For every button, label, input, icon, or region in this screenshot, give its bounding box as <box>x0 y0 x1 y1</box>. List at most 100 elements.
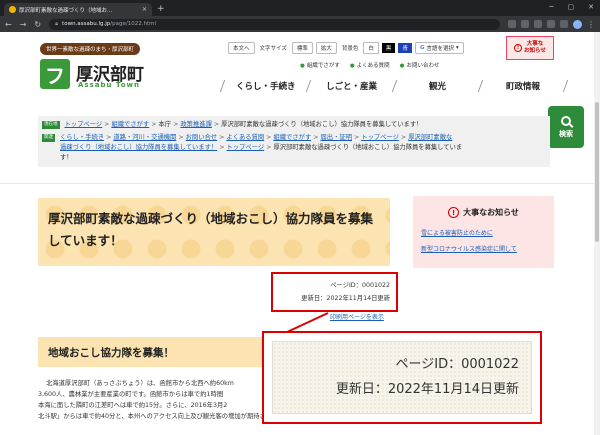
breadcrumb-link[interactable]: 過疎づくり（地域おこし）協力隊員を募集しています！ <box>60 144 217 151</box>
main-navigation: くらし・手続き しごと・産業 観光 町政情報 <box>219 80 569 92</box>
share-icon[interactable] <box>508 20 516 28</box>
translate-button[interactable]: G 言語を選択 ▾ <box>414 42 464 54</box>
breadcrumb-link[interactable]: トップページ <box>227 144 265 151</box>
site-header: 世界一素敵な過疎のまち・厚沢部町 フ 厚沢部町 Assabu Town 本文へ … <box>0 32 600 105</box>
breadcrumb-link[interactable]: 組織でさがす <box>111 121 149 128</box>
breadcrumb-related: 関連 くらし・手続き > 道路・河川・交通機関 > お問い合せ > よくある質問 > 組織でさが… <box>42 134 463 161</box>
back-icon[interactable]: ← <box>5 20 12 29</box>
minimize-icon[interactable]: ─ <box>549 3 553 11</box>
chevron-down-icon: ▾ <box>455 45 459 51</box>
page-title: 厚沢部町素敵な過疎づくり（地域おこし）協力隊員を募集しています！ <box>48 211 374 248</box>
nav-work[interactable]: しごと・産業 <box>305 80 397 92</box>
puzzle-icon[interactable] <box>547 20 555 28</box>
address-bar: ← → ↻ 🔒︎ town.assabu.lg.jp /page/1022.ht… <box>0 16 600 32</box>
breadcrumb-link[interactable]: 厚沢部町素敵な <box>408 134 452 141</box>
important-notices-heading: ! 大事なお知らせ <box>413 207 554 218</box>
breadcrumb-link[interactable]: よくある質問 <box>226 134 264 141</box>
close-tab-icon[interactable]: ✕ <box>142 6 147 13</box>
favicon-icon <box>9 6 16 13</box>
bg-color-label: 背景色 <box>341 46 359 52</box>
sidepanel-icon[interactable] <box>560 20 568 28</box>
sublink-organization[interactable]: ● 組織でさがす <box>300 61 340 69</box>
breadcrumb-text: す！ <box>60 154 73 161</box>
important-notices-list: 雪による被害防止のために 新型コロナウイルス感染症に関して <box>421 226 546 258</box>
sublink-contact[interactable]: ● お問い合わせ <box>400 61 440 69</box>
url-host: town.assabu.lg.jp <box>62 21 111 27</box>
bg-white-button[interactable]: 白 <box>363 42 379 54</box>
header-sublinks: ● 組織でさがす ● よくある質問 ● お問い合わせ <box>300 61 439 69</box>
alert-icon: ! <box>514 44 523 52</box>
forward-icon[interactable]: → <box>20 20 27 29</box>
lock-icon: 🔒︎ <box>55 20 59 27</box>
emergency-label: 大事な お知らせ <box>524 41 546 54</box>
site-tagline: 世界一素敵な過疎のまち・厚沢部町 <box>40 43 141 55</box>
search-label: 検索 <box>559 129 573 138</box>
tab-title: 厚沢部町素敵な過疎づくり（地域お... <box>19 7 113 14</box>
page-scrollbar[interactable] <box>594 32 600 435</box>
search-icon <box>561 115 571 126</box>
town-logo-icon[interactable]: フ <box>40 59 70 89</box>
emergency-notice-button[interactable]: ! 大事な お知らせ <box>506 36 554 60</box>
circle-arrow-icon: ● <box>300 63 305 69</box>
zoom-callout-content: ページID：0001022 更新日：2022年11月14日更新 <box>272 341 532 414</box>
important-notices-panel: ! 大事なお知らせ 雪による被害防止のために 新型コロナウイルス感染症に関して <box>413 196 554 268</box>
section-heading: 地域おこし協力隊を募集！ <box>38 337 268 367</box>
new-tab-icon[interactable]: + <box>157 4 165 14</box>
divider <box>0 183 600 184</box>
page-id: ページID：0001022 <box>330 282 390 289</box>
close-window-icon[interactable]: ✕ <box>588 3 594 11</box>
reload-icon[interactable]: ↻ <box>34 20 41 29</box>
extensions: ⋮ <box>508 19 595 29</box>
font-size-label: 文字サイズ <box>259 46 287 52</box>
sublink-faq[interactable]: ● よくある質問 <box>350 61 390 69</box>
zoom-callout: ページID：0001022 更新日：2022年11月14日更新 <box>262 331 542 424</box>
translate-label: 言語を選択 <box>426 46 454 52</box>
menu-icon[interactable]: ⋮ <box>587 20 595 29</box>
zoom-page-id: ページID：0001022 <box>395 357 519 372</box>
breadcrumb-link[interactable]: 届出・証明 <box>321 134 352 141</box>
breadcrumb-link[interactable]: 道路・河川・交通機関 <box>113 134 176 141</box>
maximize-icon[interactable]: ▢ <box>568 3 575 11</box>
notice-link[interactable]: 雪による被害防止のために <box>421 226 546 242</box>
profile-avatar[interactable] <box>573 19 582 29</box>
font-enlarge-button[interactable]: 拡大 <box>315 42 337 54</box>
breadcrumb-link[interactable]: トップページ <box>65 121 103 128</box>
circle-arrow-icon: ● <box>349 63 355 69</box>
font-standard-button[interactable]: 標準 <box>291 42 313 54</box>
browser-tabbar: 厚沢部町素敵な過疎づくり（地域お... ✕ + ─ ▢ ✕ <box>0 0 600 16</box>
circle-arrow-icon: ● <box>399 63 405 69</box>
bg-blue-button[interactable]: 青 <box>398 43 412 53</box>
breadcrumb: 現在地 トップページ > 組織でさがす > 本庁 > 政策推進課 > 厚沢部町素敵な過疎づくり（… <box>38 116 550 167</box>
breadcrumb-link[interactable]: トップページ <box>361 134 399 141</box>
breadcrumb-link[interactable]: 組織でさがす <box>273 134 311 141</box>
alert-icon: ! <box>448 207 460 218</box>
related-tag: 関連 <box>42 134 55 142</box>
bookmark-star-icon[interactable] <box>521 20 529 28</box>
url-path: /page/1022.html <box>110 21 157 27</box>
browser-tab[interactable]: 厚沢部町素敵な過疎づくり（地域お... ✕ <box>4 3 152 16</box>
breadcrumb-text: 本庁 <box>158 121 172 128</box>
site-roman-name: Assabu Town <box>78 81 141 89</box>
page-title-box: 厚沢部町素敵な過疎づくり（地域おこし）協力隊員を募集しています！ <box>38 198 390 266</box>
skip-to-content-button[interactable]: 本文へ <box>228 42 255 54</box>
breadcrumb-current: 現在地 トップページ > 組織でさがす > 本庁 > 政策推進課 > 厚沢部町素敵な過疎づくり（… <box>42 121 423 129</box>
breadcrumb-link[interactable]: 政策推進課 <box>180 121 211 128</box>
updated-date: 更新日：2022年11月14日更新 <box>301 295 390 302</box>
breadcrumb-current-page: 厚沢部町素敵な過疎づくり（地域おこし）協力隊員を募集しています！ <box>221 121 423 128</box>
breadcrumb-link[interactable]: くらし・手続き <box>60 134 104 141</box>
url-field[interactable]: 🔒︎ town.assabu.lg.jp /page/1022.html <box>49 18 500 30</box>
nav-town-admin[interactable]: 町政情報 <box>477 80 569 92</box>
accessibility-toolbar: 本文へ 文字サイズ 標準 拡大 背景色 白 黒 青 G 言語を選択 ▾ <box>228 42 464 54</box>
search-button[interactable]: 検索 <box>548 106 584 148</box>
bg-black-button[interactable]: 黒 <box>381 43 396 53</box>
nav-tourism[interactable]: 観光 <box>391 80 483 92</box>
notice-link[interactable]: 新型コロナウイルス感染症に関して <box>421 242 546 258</box>
breadcrumb-current-page: 厚沢部町素敵な過疎づくり（地域おこし）協力隊員を募集していま <box>273 144 463 151</box>
page-info-highlight: ページID：0001022 更新日：2022年11月14日更新 <box>271 272 398 312</box>
google-translate-icon: G <box>419 45 425 51</box>
scrollbar-thumb[interactable] <box>595 102 599 242</box>
zoom-updated-date: 更新日：2022年11月14日更新 <box>335 382 519 397</box>
breadcrumb-link[interactable]: お問い合せ <box>186 134 217 141</box>
extension-icon[interactable] <box>534 20 542 28</box>
nav-living[interactable]: くらし・手続き <box>219 80 311 92</box>
